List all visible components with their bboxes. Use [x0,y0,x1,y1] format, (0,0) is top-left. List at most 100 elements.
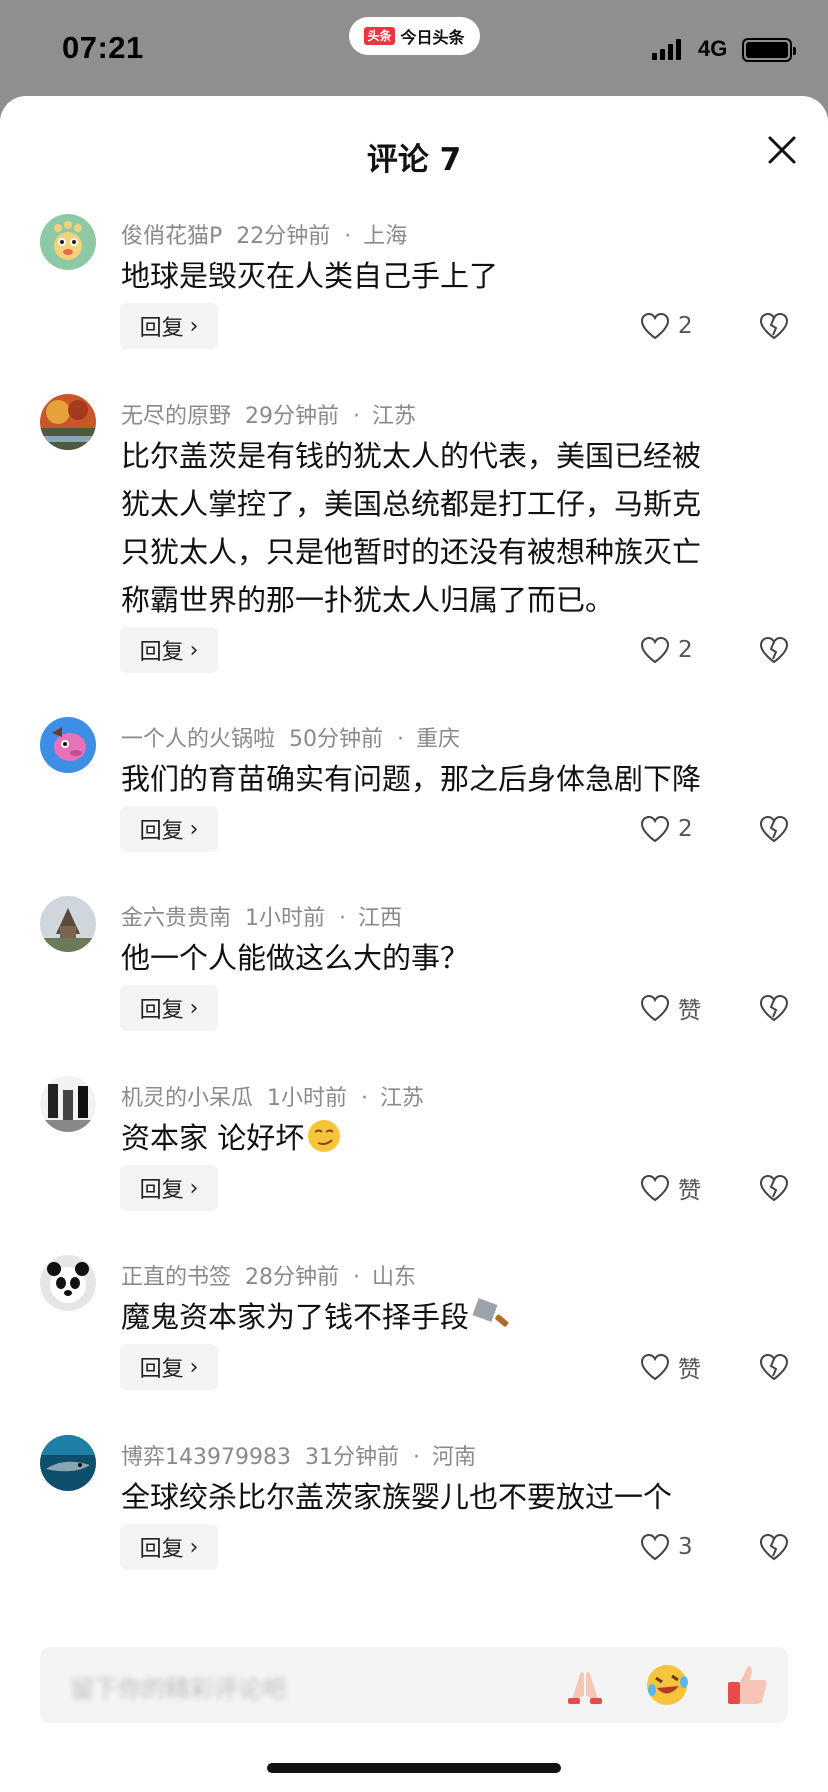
toutiao-logo-icon: 头条 [364,27,395,45]
comment-meta: 正直的书签 28分钟前 · 山东 [121,1265,417,1290]
broken-heart-icon [759,994,789,1022]
comment-username[interactable]: 一个人的火锅啦 [121,727,275,752]
chevron-right-icon: › [189,995,199,1021]
clap-emoji[interactable] [560,1660,610,1710]
like-button[interactable]: 赞 [640,985,701,1031]
chevron-right-icon: › [189,1175,199,1201]
comment-time: 28分钟前 [245,1265,340,1290]
like-count: 3 [678,1534,693,1560]
laughing-emoji[interactable] [642,1660,692,1710]
reply-button[interactable]: 回复 › [120,806,218,852]
reply-button[interactable]: 回复 › [120,303,218,349]
heart-icon [640,1533,670,1561]
comment-time: 29分钟前 [245,404,340,429]
like-button[interactable]: 2 [640,806,693,852]
avatar[interactable] [40,1435,96,1491]
chevron-right-icon: › [189,637,199,663]
like-button[interactable]: 2 [640,303,693,349]
dislike-button[interactable] [759,1524,793,1570]
comment-time: 31分钟前 [304,1445,399,1470]
home-indicator[interactable] [267,1763,561,1773]
heart-icon [640,636,670,664]
avatar[interactable] [40,896,96,952]
comment-location: 山东 [372,1265,417,1290]
chevron-right-icon: › [189,313,199,339]
network-type: 4G [698,36,728,61]
like-count: 2 [678,637,693,663]
comment-text-content: 魔鬼资本家为了钱不择手段 [121,1300,470,1334]
comment-username[interactable]: 俊俏花猫P [121,224,222,249]
comment-meta: 俊俏花猫P 22分钟前 · 上海 [121,224,408,249]
avatar[interactable] [40,717,96,773]
thumbs-up-emoji[interactable] [722,1660,772,1710]
like-button[interactable]: 2 [640,627,693,673]
like-button[interactable]: 3 [640,1524,693,1570]
heart-icon [640,1174,670,1202]
dislike-button[interactable] [759,1344,793,1390]
dislike-button[interactable] [759,1165,793,1211]
avatar[interactable] [40,214,96,270]
broken-heart-icon [759,312,789,340]
dislike-button[interactable] [759,806,793,852]
comment-meta: 一个人的火锅啦 50分钟前 · 重庆 [121,727,461,752]
comment-text-content: 资本家 论好坏 [121,1121,305,1155]
app-indicator-pill[interactable]: 头条 今日头条 [349,17,480,55]
comment-meta: 博弈143979983 31分钟前 · 河南 [121,1445,476,1470]
like-button[interactable]: 赞 [640,1165,701,1211]
reply-label: 回复 [139,316,184,341]
like-count: 赞 [678,1357,701,1383]
chevron-right-icon: › [189,816,199,842]
signal-strength-icon [652,38,681,60]
comment-input[interactable]: 留下你的精彩评论吧 [40,1647,788,1723]
comment-meta: 金六贵贵南 1小时前 · 江西 [121,906,403,931]
comment-location: 河南 [431,1445,476,1470]
comment-text: 地球是毁灭在人类自己手上了 [121,259,499,293]
status-bar: 07:21 头条 今日头条 4G [0,0,828,96]
dislike-button[interactable] [759,985,793,1031]
broken-heart-icon [759,1353,789,1381]
broken-heart-icon [759,1533,789,1561]
reply-button[interactable]: 回复 › [120,985,218,1031]
comment-username[interactable]: 博弈143979983 [121,1445,291,1470]
smirk-emoji [308,1120,341,1152]
comment-location: 上海 [363,224,408,249]
comment-username[interactable]: 金六贵贵南 [121,906,231,931]
dislike-button[interactable] [759,627,793,673]
comment-text: 资本家 论好坏 [121,1114,781,1162]
avatar[interactable] [40,1076,96,1132]
comment-username[interactable]: 无尽的原野 [121,404,231,429]
chevron-right-icon: › [189,1354,199,1380]
heart-icon [640,312,670,340]
comment-location: 重庆 [416,727,461,752]
cleaver-emoji [472,1298,509,1327]
reply-label: 回复 [139,998,184,1023]
reply-label: 回复 [139,1178,184,1203]
reply-label: 回复 [139,1537,184,1562]
broken-heart-icon [759,636,789,664]
comment-text: 我们的育苗确实有问题，那之后身体急剧下降 [121,762,702,796]
chevron-right-icon: › [189,1534,199,1560]
reply-label: 回复 [139,1357,184,1382]
comment-text: 全球绞杀比尔盖茨家族婴儿也不要放过一个 [121,1480,673,1514]
reply-button[interactable]: 回复 › [120,1165,218,1211]
comment-username[interactable]: 正直的书签 [121,1265,231,1290]
dislike-button[interactable] [759,303,793,349]
like-count: 2 [678,816,693,842]
reply-button[interactable]: 回复 › [120,1344,218,1390]
reply-button[interactable]: 回复 › [120,627,218,673]
close-icon[interactable] [764,132,800,168]
comment-time: 1小时前 [267,1086,348,1111]
avatar[interactable] [40,394,96,450]
app-name: 今日头条 [400,28,465,47]
comment-time: 22分钟前 [236,224,331,249]
like-count: 2 [678,313,693,339]
comment-meta: 无尽的原野 29分钟前 · 江苏 [121,404,417,429]
comment-username[interactable]: 机灵的小呆瓜 [121,1086,253,1111]
broken-heart-icon [759,1174,789,1202]
reply-label: 回复 [139,819,184,844]
heart-icon [640,815,670,843]
avatar[interactable] [40,1255,96,1311]
reply-button[interactable]: 回复 › [120,1524,218,1570]
heart-icon [640,1353,670,1381]
like-button[interactable]: 赞 [640,1344,701,1390]
